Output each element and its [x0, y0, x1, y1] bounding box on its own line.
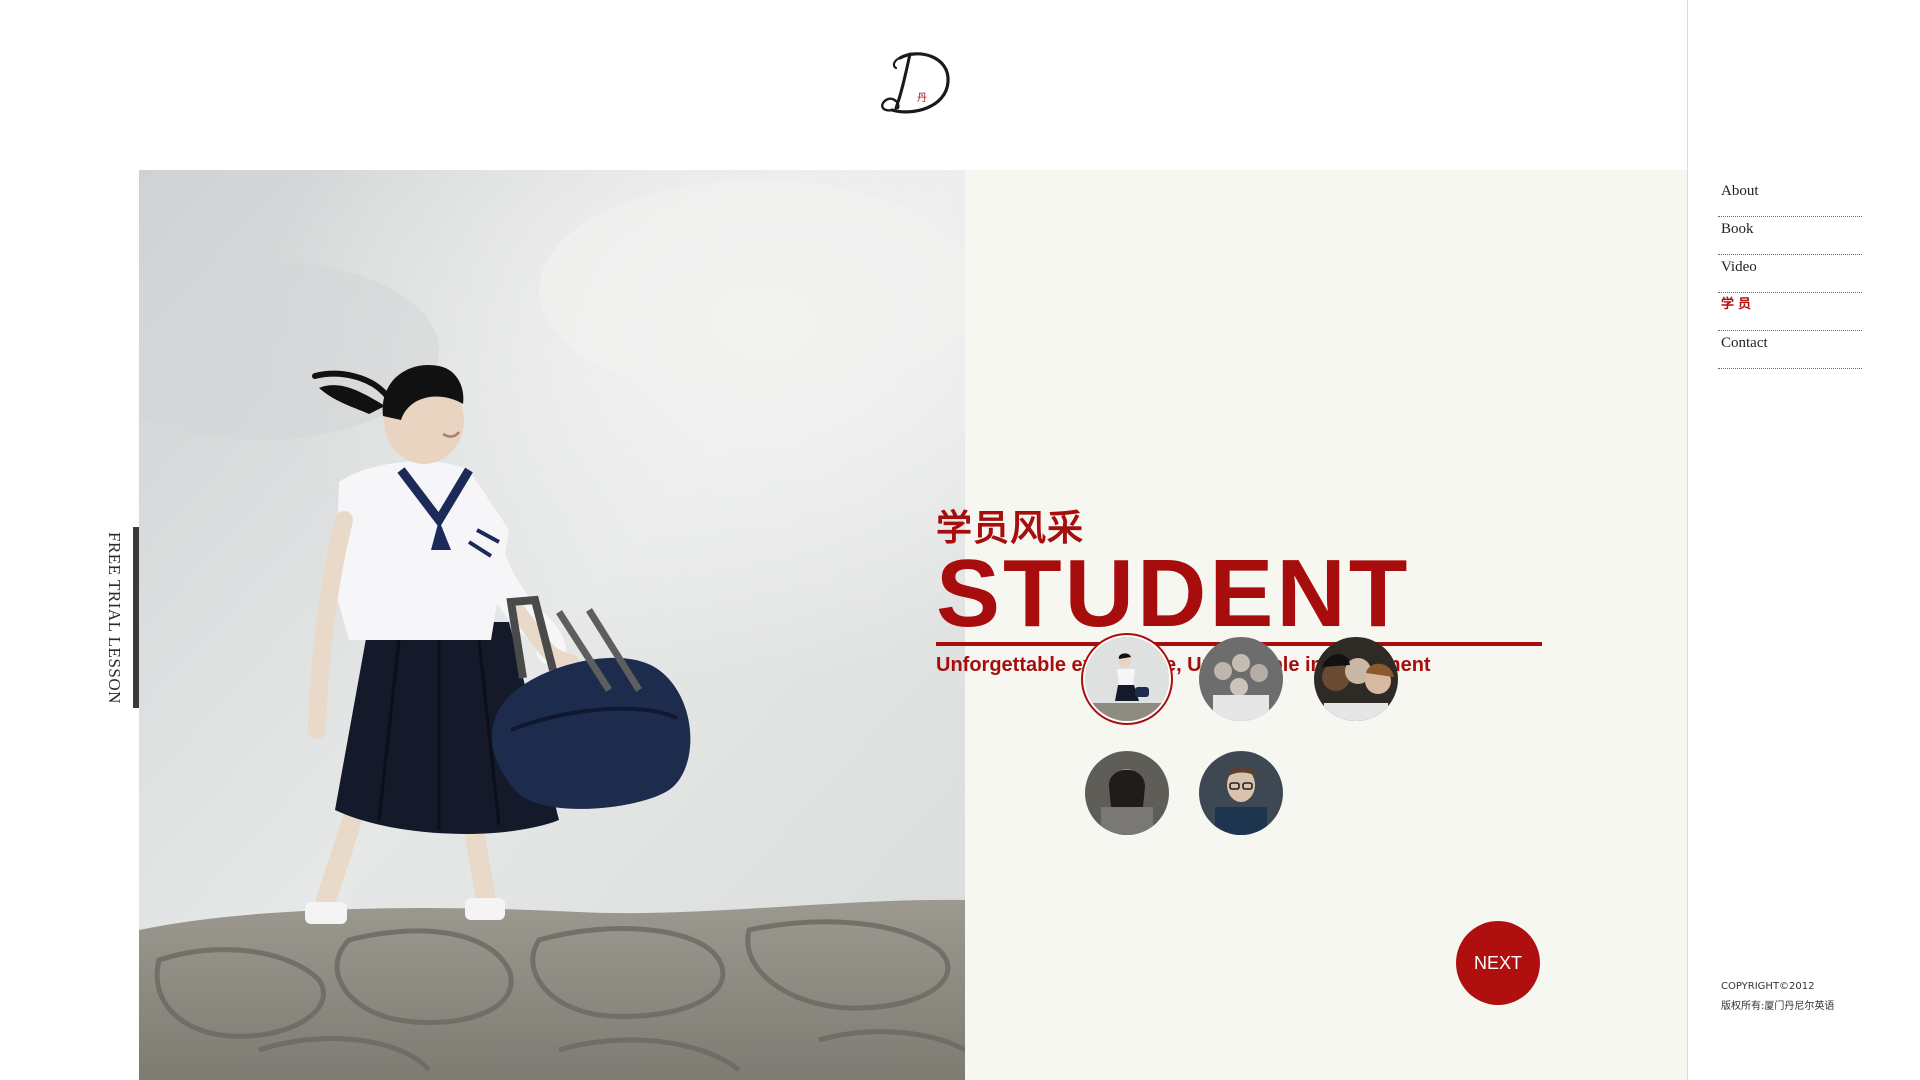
- next-button[interactable]: NEXT: [1456, 921, 1540, 1005]
- english-title: STUDENT: [936, 540, 1411, 647]
- brand-logo[interactable]: 丹: [870, 42, 960, 122]
- nav-item-video: Video: [1718, 256, 1862, 293]
- logo-mark-icon: 丹: [881, 52, 950, 114]
- student-portrait-icon: [1085, 751, 1169, 835]
- student-portrait-icon: [1199, 751, 1283, 835]
- group-portrait-icon: [1199, 637, 1283, 721]
- nav-link-about[interactable]: About: [1721, 180, 1759, 202]
- hero-photo: [139, 170, 965, 1080]
- sidebar-divider: [1687, 0, 1688, 1080]
- student-thumb-5[interactable]: [1199, 751, 1283, 835]
- nav-item-students: 学员: [1718, 294, 1862, 331]
- nav-item-book: Book: [1718, 218, 1862, 255]
- free-trial-tab[interactable]: FREE TRIAL LESSON: [92, 527, 139, 708]
- nav-link-video[interactable]: Video: [1721, 256, 1757, 278]
- student-walking-photo: [139, 170, 965, 1080]
- student-thumb-1[interactable]: [1085, 637, 1169, 721]
- tab-bar: [133, 527, 139, 708]
- footer-copyright: COPYRIGHT©2012 版权所有:厦门丹尼尔英语: [1721, 977, 1891, 1017]
- page: 丹 学员风采 STUDENT Unforgettable experience,…: [0, 0, 1920, 1080]
- friends-portrait-icon: [1314, 637, 1398, 721]
- nav-item-about: About: [1718, 180, 1862, 217]
- nav-link-students[interactable]: 学员: [1721, 294, 1755, 316]
- svg-text:丹: 丹: [917, 92, 927, 104]
- student-thumb-3[interactable]: [1314, 637, 1398, 721]
- nav-link-book[interactable]: Book: [1721, 218, 1754, 240]
- student-thumb-4[interactable]: [1085, 751, 1169, 835]
- main-nav: About Book Video 学员 Contact: [1718, 180, 1862, 370]
- rights-line: 版权所有:厦门丹尼尔英语: [1721, 1001, 1835, 1012]
- free-trial-label: FREE TRIAL LESSON: [105, 531, 124, 704]
- content-panel: 学员风采 STUDENT Unforgettable experience, U…: [139, 170, 1687, 1080]
- nav-link-contact[interactable]: Contact: [1721, 332, 1768, 354]
- copyright-line: COPYRIGHT©2012: [1721, 981, 1815, 992]
- student-thumb-2[interactable]: [1199, 637, 1283, 721]
- student-portrait-icon: [1085, 637, 1169, 721]
- nav-item-contact: Contact: [1718, 332, 1862, 369]
